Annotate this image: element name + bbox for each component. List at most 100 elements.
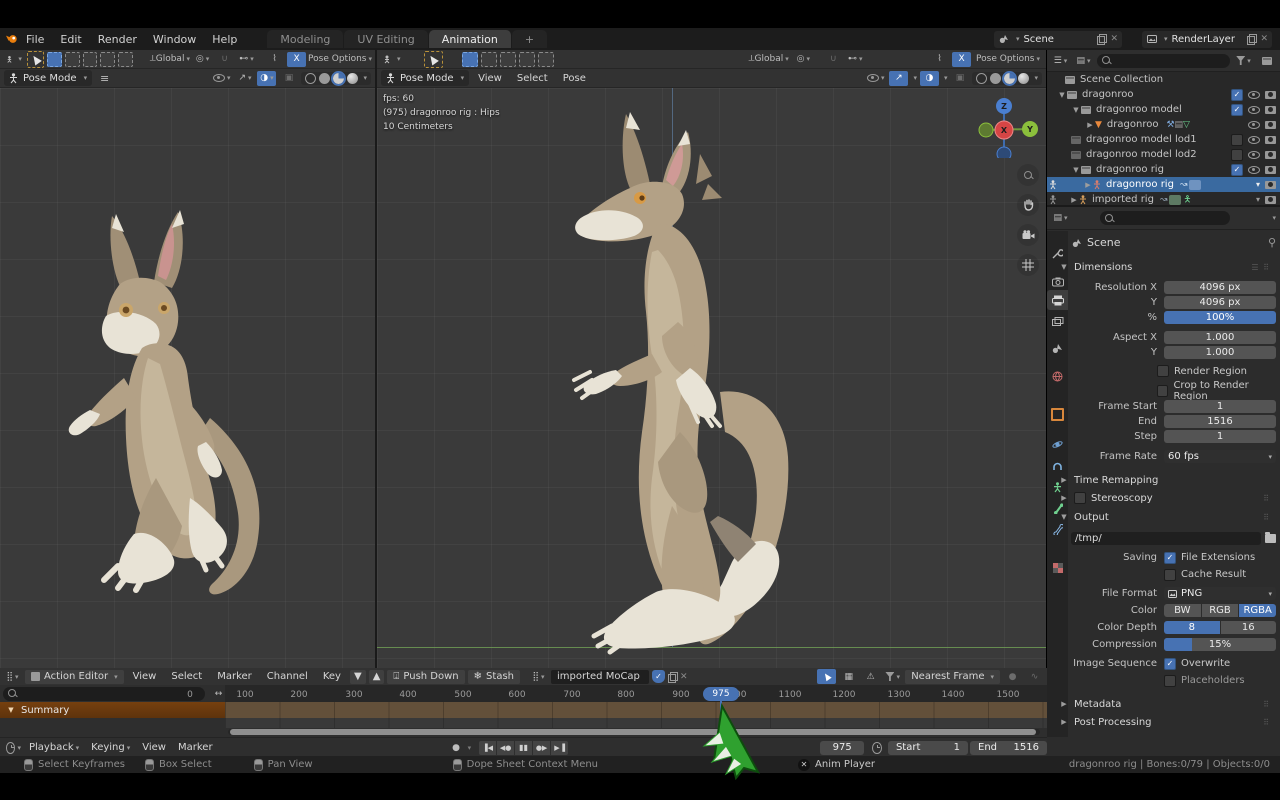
- overlays-dropdown[interactable]: ◑▾: [257, 71, 276, 86]
- select-mode-box[interactable]: [65, 52, 80, 67]
- exclude-checkbox[interactable]: ✓: [1231, 164, 1243, 176]
- menu-marker[interactable]: Marker: [172, 742, 219, 753]
- timeline-scrollbar[interactable]: [228, 729, 1040, 735]
- display-mode-dropdown[interactable]: ☰▾: [1051, 53, 1070, 68]
- zoom-icon[interactable]: [1017, 164, 1039, 186]
- current-frame-field[interactable]: 975: [820, 741, 864, 755]
- jump-to-start-button[interactable]: ▐◀: [479, 741, 496, 755]
- select-mode-lasso[interactable]: [100, 52, 115, 67]
- menu-select[interactable]: Select: [165, 671, 208, 682]
- select-mode-paint[interactable]: [118, 52, 133, 67]
- editor-type-icon[interactable]: ⣿▾: [3, 669, 22, 684]
- new-collection-button[interactable]: [1257, 53, 1276, 68]
- snap-dropdown[interactable]: Nearest Frame▾: [905, 670, 1000, 684]
- select-mode-paint[interactable]: [538, 52, 554, 67]
- next-keyframe-button[interactable]: ●▶: [533, 741, 550, 755]
- depth-8-button[interactable]: 8: [1164, 621, 1220, 634]
- color-bw-button[interactable]: BW: [1164, 604, 1201, 617]
- outliner-row-lod2[interactable]: dragonroo model lod2: [1047, 147, 1280, 162]
- shading-solid-icon[interactable]: [319, 73, 330, 84]
- render-camera-icon[interactable]: [1265, 151, 1276, 159]
- pan-hand-icon[interactable]: [1017, 194, 1039, 216]
- select-mode-circle[interactable]: [500, 52, 516, 67]
- render-layer-selector[interactable]: ▾ RenderLayer ✕: [1142, 31, 1272, 48]
- blender-logo-icon[interactable]: [6, 33, 18, 45]
- outliner-row-lod1[interactable]: dragonroo model lod1: [1047, 132, 1280, 147]
- hide-eye-icon[interactable]: [1248, 151, 1260, 159]
- menu-edit[interactable]: Edit: [52, 33, 89, 46]
- select-mode-box[interactable]: [481, 52, 497, 67]
- mode-dropdown[interactable]: Pose Mode▾: [381, 70, 469, 86]
- menu-playback[interactable]: Playback▾: [23, 742, 85, 753]
- frame-start-field[interactable]: Start1: [888, 741, 968, 755]
- summary-keyframe-band[interactable]: [225, 702, 1047, 718]
- outliner-row-dragonroo-rig-collection[interactable]: ▼ dragonroo rig ✓: [1047, 162, 1280, 177]
- select-tool-button[interactable]: [424, 51, 443, 68]
- color-rgba-button[interactable]: RGBA: [1239, 604, 1276, 617]
- shading-solid-icon[interactable]: [990, 73, 1001, 84]
- menu-file[interactable]: File: [18, 33, 52, 46]
- menu-view[interactable]: View: [136, 742, 172, 753]
- editor-mode-dropdown[interactable]: Action Editor▾: [25, 670, 124, 684]
- only-selected-toggle[interactable]: [817, 669, 836, 684]
- unlink-action-icon[interactable]: ✕: [680, 672, 688, 682]
- disclosure-icon[interactable]: ▼: [1057, 91, 1067, 99]
- aspect-y-field[interactable]: 1.000: [1164, 346, 1276, 359]
- tab-physics[interactable]: [1047, 434, 1068, 454]
- orientation-dropdown[interactable]: ⟂ Global▾: [747, 52, 791, 67]
- stereoscopy-checkbox[interactable]: [1074, 492, 1086, 504]
- menu-render[interactable]: Render: [90, 33, 145, 46]
- outliner-row-dragonroo[interactable]: ▼ dragonroo ✓: [1047, 87, 1280, 102]
- output-path-field[interactable]: /tmp/: [1071, 532, 1261, 545]
- pose-options-dropdown[interactable]: Pose Options▾: [309, 52, 371, 67]
- new-layer-icon[interactable]: [1247, 34, 1256, 44]
- ortho-grid-icon[interactable]: [1017, 254, 1039, 276]
- creature-model-side[interactable]: [560, 92, 860, 668]
- menu-view[interactable]: View: [472, 73, 508, 84]
- stop-player-icon[interactable]: ✕: [798, 759, 810, 771]
- render-camera-icon[interactable]: [1265, 106, 1276, 114]
- move-down-button[interactable]: ▼: [350, 670, 366, 684]
- mirror-x-toggle[interactable]: X: [287, 52, 306, 67]
- shading-material-icon[interactable]: [333, 73, 344, 84]
- view-axis-gizmo[interactable]: Z Y X: [975, 92, 1041, 158]
- folder-icon[interactable]: [1265, 534, 1276, 543]
- select-mode-circle[interactable]: [83, 52, 98, 67]
- stash-button[interactable]: ❄Stash: [468, 670, 520, 684]
- show-object-types-dropdown[interactable]: ▾: [211, 71, 233, 86]
- pin-icon[interactable]: ⚲: [1268, 236, 1276, 249]
- add-workspace-button[interactable]: +: [512, 30, 547, 48]
- timeline-ruler[interactable]: 0 100 200 300 400 500 600 700 800 900 10…: [225, 685, 1047, 702]
- editor-type-icon[interactable]: ▾: [4, 52, 24, 67]
- select-mode-lasso[interactable]: [519, 52, 535, 67]
- prev-keyframe-button[interactable]: ◀●: [497, 741, 514, 755]
- section-metadata[interactable]: ▶Metadata⠿: [1059, 696, 1276, 712]
- render-camera-icon[interactable]: [1265, 91, 1276, 99]
- viewport-center-canvas[interactable]: fps: 60 (975) dragonroo rig : Hips 10 Ce…: [377, 88, 1046, 668]
- shading-material-icon[interactable]: [1004, 73, 1015, 84]
- select-mode-tweak[interactable]: [462, 52, 478, 67]
- section-output[interactable]: ▼Output⠿: [1059, 509, 1276, 525]
- collapse-icon[interactable]: ▾: [1256, 195, 1260, 204]
- tab-view-layer[interactable]: [1047, 312, 1068, 332]
- filter-dropdown[interactable]: ▾: [1234, 53, 1253, 68]
- crop-region-checkbox[interactable]: [1157, 385, 1168, 397]
- workspace-tab-modeling[interactable]: Modeling: [267, 30, 343, 48]
- disclosure-icon[interactable]: ▼: [6, 706, 16, 714]
- new-action-icon[interactable]: [668, 672, 677, 682]
- properties-search-input[interactable]: [1100, 211, 1230, 225]
- disclosure-icon[interactable]: ▼: [1071, 166, 1081, 174]
- outliner-row-scene-collection[interactable]: Scene Collection: [1047, 72, 1280, 87]
- jump-to-end-button[interactable]: ▶▐: [551, 741, 568, 755]
- hide-eye-icon[interactable]: [1248, 166, 1260, 174]
- menu-view[interactable]: View: [127, 671, 163, 682]
- summary-channel[interactable]: ▼ Summary: [0, 702, 231, 718]
- compression-slider[interactable]: 15%: [1164, 638, 1276, 651]
- resolution-x-field[interactable]: 4096 px: [1164, 281, 1276, 294]
- hide-eye-icon[interactable]: [1248, 121, 1260, 129]
- tab-output-active[interactable]: [1047, 290, 1068, 310]
- keying-set-chevron[interactable]: ▾: [468, 744, 472, 752]
- shading-dropdown-icon[interactable]: ▾: [1034, 74, 1038, 82]
- outliner-row-imported-rig[interactable]: ▶ imported rig ↝ 🯅 ▾: [1047, 192, 1280, 206]
- tab-scene[interactable]: [1047, 338, 1068, 358]
